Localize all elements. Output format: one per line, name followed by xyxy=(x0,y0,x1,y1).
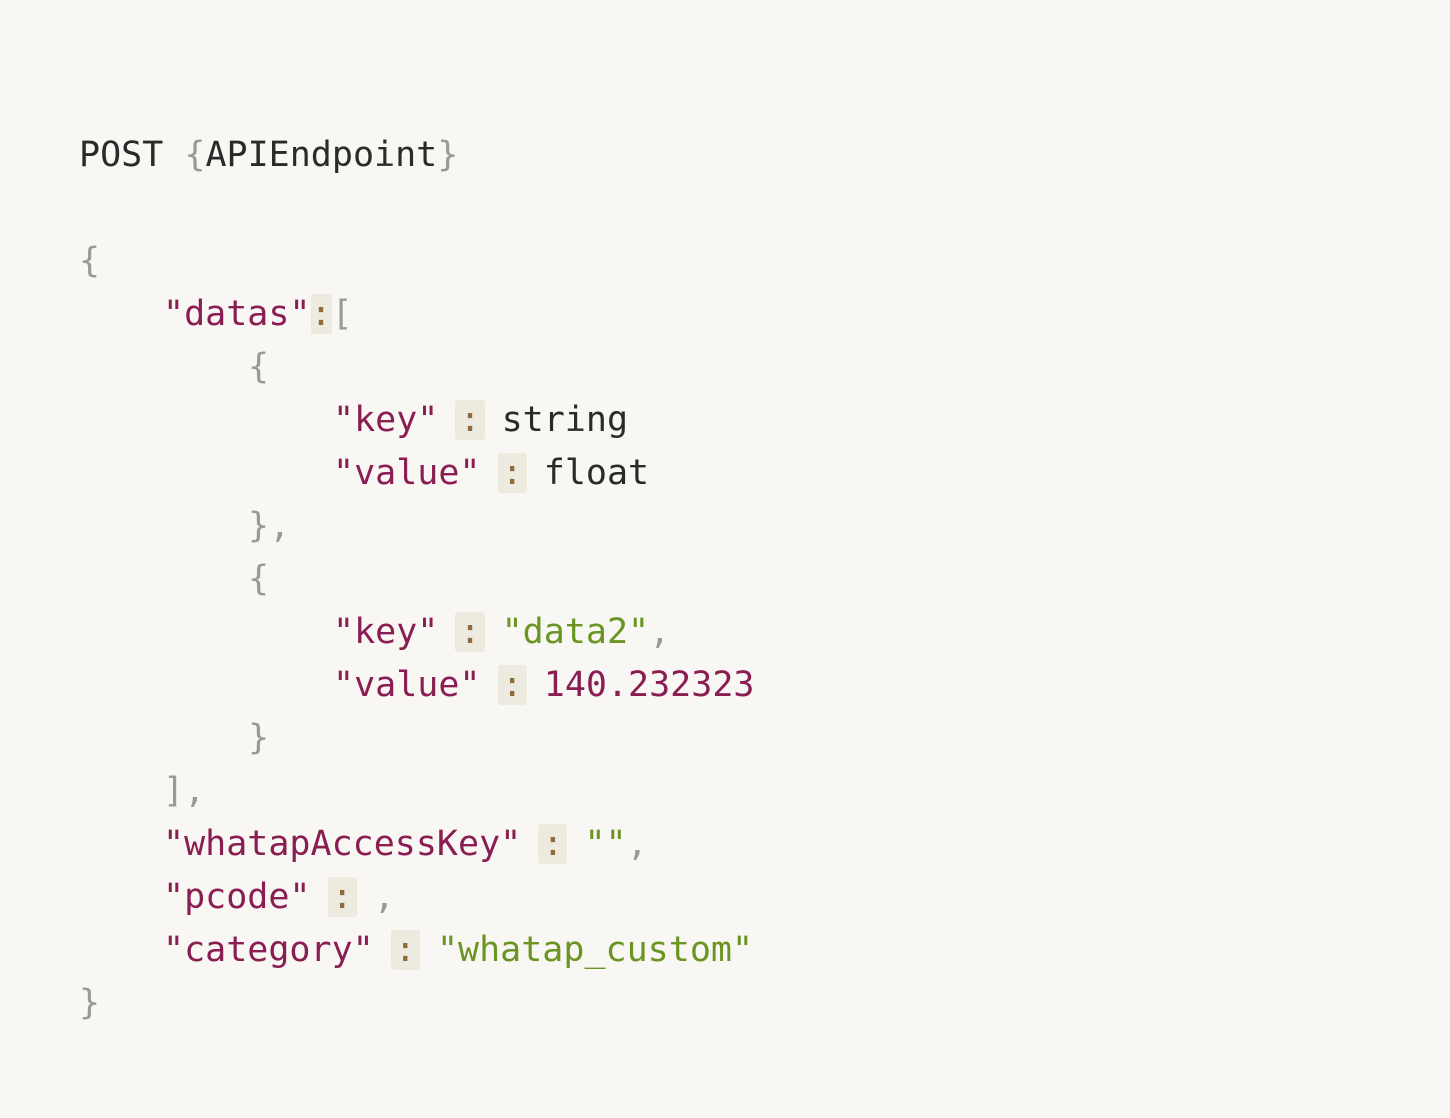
item2-open-brace: { xyxy=(248,559,270,599)
body-open-brace: { xyxy=(79,241,101,281)
category-colon: : xyxy=(390,930,420,970)
item1-value-label: "value" xyxy=(333,453,481,493)
pcode-colon: : xyxy=(327,877,357,917)
api-endpoint: APIEndpoint xyxy=(205,135,438,175)
datas-colon: : xyxy=(310,294,332,334)
item2-close-brace: } xyxy=(248,718,270,758)
item2-open-line: { xyxy=(248,553,269,606)
endpoint-open-brace: { xyxy=(184,135,206,175)
item1-value-colon: : xyxy=(497,453,527,493)
item1-key-line: "key" : string xyxy=(333,394,628,447)
category-label: "category" xyxy=(163,930,374,970)
array-close-line: ], xyxy=(163,765,205,818)
item1-value-line: "value" : float xyxy=(333,447,649,500)
access-key-label: "whatapAccessKey" xyxy=(163,824,522,864)
item1-close-brace: }, xyxy=(248,506,291,546)
item1-open-brace: { xyxy=(248,347,270,387)
array-close-bracket: ], xyxy=(163,771,206,811)
item2-value-line: "value" : 140.232323 xyxy=(333,659,754,712)
pcode-line: "pcode" : , xyxy=(163,871,395,924)
category-line: "category" : "whatap_custom" xyxy=(163,924,753,977)
item2-key-value: "data2" xyxy=(501,612,650,652)
item1-value-value: float xyxy=(543,453,650,493)
item2-key-line: "key" : "data2", xyxy=(333,606,670,659)
item1-key-value: string xyxy=(501,400,629,440)
item2-close-line: } xyxy=(248,712,269,765)
access-key-comma: , xyxy=(626,824,648,864)
pcode-comma: , xyxy=(373,877,395,917)
item2-value-value: 140.232323 xyxy=(543,665,755,705)
body-close-line: } xyxy=(79,977,100,1030)
access-key-value: "" xyxy=(584,824,627,864)
item1-close-line: }, xyxy=(248,500,290,553)
item2-key-label: "key" xyxy=(333,612,439,652)
item2-value-label: "value" xyxy=(333,665,481,705)
item2-key-colon: : xyxy=(455,612,485,652)
item2-value-colon: : xyxy=(497,665,527,705)
item1-open-line: { xyxy=(248,341,269,394)
access-key-colon: : xyxy=(538,824,568,864)
endpoint-close-brace: } xyxy=(437,135,459,175)
request-line: POST {APIEndpoint} xyxy=(79,129,458,182)
item1-key-label: "key" xyxy=(333,400,439,440)
code-block: POST {APIEndpoint} { "datas":[ { "key" :… xyxy=(0,0,1450,1118)
datas-key: "datas" xyxy=(163,294,311,334)
body-open-line: { xyxy=(79,235,100,288)
category-value: "whatap_custom" xyxy=(436,930,754,970)
http-method: POST xyxy=(79,135,164,175)
pcode-label: "pcode" xyxy=(163,877,311,917)
access-key-line: "whatapAccessKey" : "", xyxy=(163,818,648,871)
item2-key-comma: , xyxy=(649,612,671,652)
array-open-bracket: [ xyxy=(331,294,353,334)
item1-key-colon: : xyxy=(455,400,485,440)
datas-line: "datas":[ xyxy=(163,288,353,341)
body-close-brace: } xyxy=(79,983,101,1023)
